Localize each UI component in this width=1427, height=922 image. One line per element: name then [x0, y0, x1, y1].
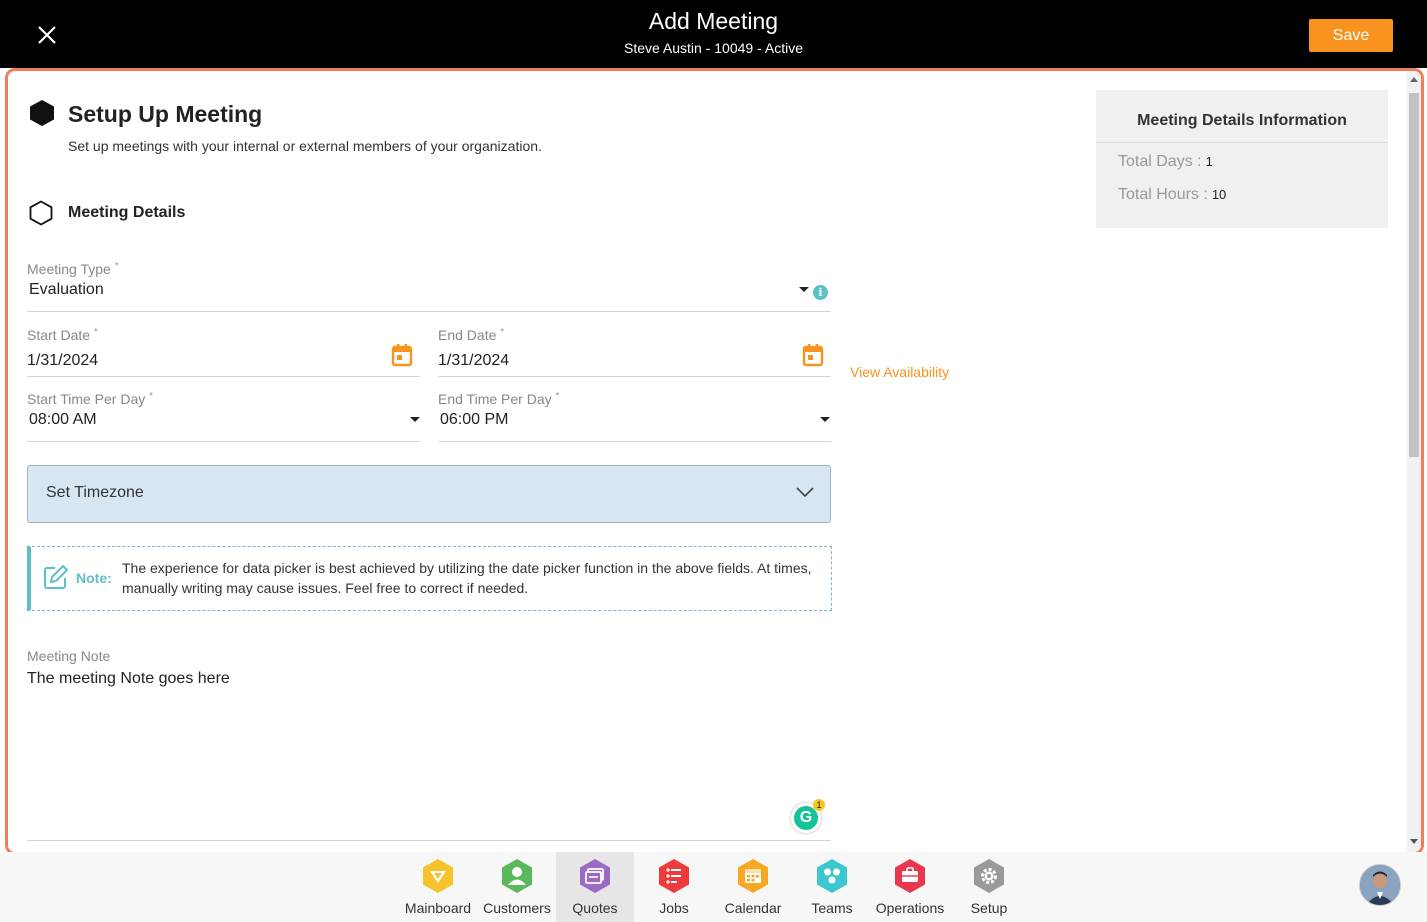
meeting-type-underline	[27, 311, 831, 312]
total-days-row: Total Days :1	[1118, 153, 1213, 170]
scroll-up-arrow-icon[interactable]	[1410, 77, 1418, 82]
start-time-underline	[27, 441, 420, 442]
nav-item-operations[interactable]: Operations	[871, 852, 949, 922]
calendar-icon	[738, 859, 768, 893]
hexagon-filled-icon	[30, 100, 54, 126]
chevron-down-icon[interactable]	[796, 486, 814, 498]
view-availability-link[interactable]: View Availability	[850, 364, 949, 380]
nav-item-mainboard[interactable]: Mainboard	[399, 852, 477, 922]
edit-note-icon	[44, 565, 68, 589]
scroll-down-arrow-icon[interactable]	[1410, 839, 1418, 844]
start-date-label: Start Date *	[27, 327, 98, 343]
gear-icon	[974, 859, 1004, 893]
total-hours-row: Total Hours :10	[1118, 186, 1227, 203]
meeting-note-textarea[interactable]: The meeting Note goes here	[27, 670, 230, 688]
page-title: Add Meeting	[648, 8, 779, 34]
grammarly-icon[interactable]: G 1	[791, 799, 825, 833]
nav-label: Calendar	[724, 900, 782, 916]
nav-label: Customers	[483, 900, 551, 916]
chevron-down-icon[interactable]	[799, 287, 809, 292]
chevron-down-icon[interactable]	[820, 417, 830, 422]
meeting-form-frame: Setup Up Meeting Set up meetings with yo…	[5, 68, 1424, 855]
start-time-label: Start Time Per Day *	[27, 391, 154, 407]
info-icon[interactable]: i	[813, 285, 828, 300]
total-days-value: 1	[1205, 154, 1213, 169]
nav-item-calendar[interactable]: Calendar	[714, 852, 792, 922]
avatar[interactable]	[1359, 864, 1401, 906]
quotes-icon	[580, 859, 610, 893]
save-button[interactable]: Save	[1309, 19, 1393, 52]
hexagon-outline-icon	[29, 200, 53, 226]
nav-item-teams[interactable]: Teams	[793, 852, 871, 922]
end-date-label: End Date *	[438, 327, 505, 343]
start-date-underline	[27, 376, 420, 377]
nav-item-jobs[interactable]: Jobs	[635, 852, 713, 922]
meeting-type-label: Meeting Type *	[27, 261, 119, 277]
scrollbar[interactable]	[1407, 71, 1421, 852]
user-icon	[502, 859, 532, 893]
set-timezone-panel[interactable]: Set Timezone	[27, 465, 831, 523]
meeting-type-select[interactable]: Evaluation	[29, 281, 104, 299]
setup-description: Set up meetings with your internal or ex…	[68, 138, 542, 154]
nav-label: Setup	[970, 900, 1008, 916]
nav-label: Mainboard	[404, 900, 472, 916]
note-label: Note:	[76, 570, 112, 586]
section-title: Meeting Details	[68, 204, 186, 221]
end-date-input[interactable]: 1/31/2024	[438, 352, 509, 370]
total-hours-value: 10	[1211, 187, 1227, 202]
set-timezone-label: Set Timezone	[46, 484, 144, 501]
info-panel-title: Meeting Details Information	[1137, 112, 1347, 129]
nav-item-quotes[interactable]: Quotes	[556, 852, 634, 922]
nav-item-setup[interactable]: Setup	[950, 852, 1028, 922]
mainboard-icon	[423, 859, 453, 893]
bottom-nav: Mainboard Customers Quotes Jobs Calendar…	[0, 852, 1427, 922]
info-panel-divider	[1096, 142, 1388, 143]
end-time-select[interactable]: 06:00 PM	[440, 411, 508, 429]
briefcase-icon	[895, 859, 925, 893]
calendar-icon[interactable]	[391, 343, 413, 367]
end-time-label: End Time Per Day *	[438, 391, 560, 407]
grammarly-badge: 1	[813, 799, 825, 811]
nav-label: Quotes	[572, 900, 618, 916]
page-subtitle: Steve Austin - 10049 - Active	[624, 40, 803, 56]
teams-icon	[817, 859, 847, 893]
user-avatar-icon	[1360, 865, 1400, 905]
chevron-down-icon[interactable]	[410, 417, 420, 422]
end-date-underline	[438, 376, 831, 377]
start-date-input[interactable]: 1/31/2024	[27, 352, 98, 370]
meeting-note-label: Meeting Note	[27, 648, 111, 664]
note-text: The experience for data picker is best a…	[122, 560, 812, 596]
top-bar: Add Meeting Steve Austin - 10049 - Activ…	[0, 0, 1427, 68]
calendar-icon[interactable]	[802, 343, 824, 367]
nav-label: Jobs	[659, 900, 689, 916]
note-box: Note: The experience for data picker is …	[27, 546, 832, 611]
scrollbar-thumb[interactable]	[1409, 93, 1419, 457]
start-time-select[interactable]: 08:00 AM	[29, 411, 97, 429]
nav-item-customers[interactable]: Customers	[478, 852, 556, 922]
nav-label: Operations	[875, 900, 945, 916]
nav-label: Teams	[811, 900, 853, 916]
setup-title: Setup Up Meeting	[68, 101, 263, 127]
meeting-details-info-panel: Meeting Details Information Total Days :…	[1096, 90, 1388, 228]
meeting-note-underline	[27, 840, 831, 841]
jobs-list-icon	[659, 859, 689, 893]
end-time-underline	[438, 441, 831, 442]
